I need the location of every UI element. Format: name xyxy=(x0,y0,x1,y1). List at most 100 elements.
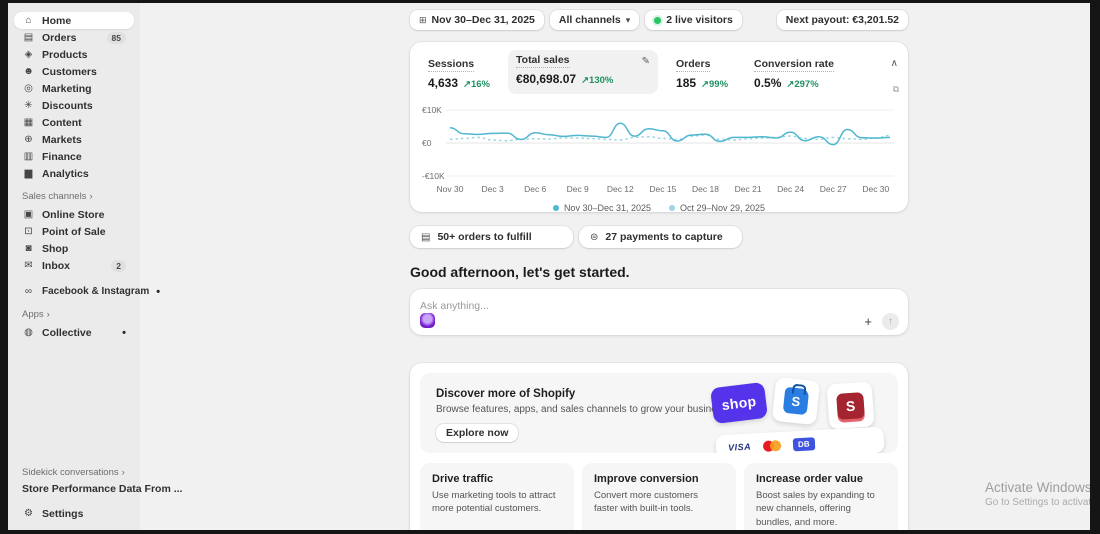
explore-now-button[interactable]: Explore now xyxy=(436,424,519,442)
chart-legend: Nov 30–Dec 31, 2025 Oct 29–Nov 29, 2025 xyxy=(420,203,898,213)
svg-text:Dec 24: Dec 24 xyxy=(777,184,804,194)
content-icon: ▦ xyxy=(23,117,34,128)
greeting-heading: Good afternoon, let's get started. xyxy=(410,264,630,280)
sidebar-item-orders[interactable]: ▤ Orders 85 xyxy=(14,29,134,46)
svg-text:Nov 30: Nov 30 xyxy=(437,184,464,194)
svg-text:Dec 12: Dec 12 xyxy=(607,184,634,194)
pencil-icon[interactable]: ✎ xyxy=(642,56,650,67)
discover-card: Discover more of Shopify Browse features… xyxy=(410,363,908,530)
sidebar-item-marketing[interactable]: ◎ Marketing xyxy=(14,80,134,97)
sidebar-item-label: Settings xyxy=(42,507,84,520)
legend-current-period[interactable]: Nov 30–Dec 31, 2025 xyxy=(552,203,651,213)
apps-label: Apps xyxy=(22,309,44,320)
channels-filter-button[interactable]: All channels ▾ xyxy=(549,10,640,30)
metric-delta: ↗130% xyxy=(581,75,614,86)
sales-channels-header[interactable]: Sales channels › xyxy=(8,182,140,206)
cash-icon: ⊜ xyxy=(590,231,599,243)
sidebar-item-content[interactable]: ▦ Content xyxy=(14,114,134,131)
app-window: ⌂ Home ▤ Orders 85 ◈ Products ☻ Customer… xyxy=(8,3,1090,530)
sidebar-item-products[interactable]: ◈ Products xyxy=(14,46,134,63)
channels-filter-label: All channels xyxy=(558,14,621,26)
sidebar-item-point-of-sale[interactable]: ⊡ Point of Sale xyxy=(14,223,134,240)
date-range-label: Nov 30–Dec 31, 2025 xyxy=(431,14,535,26)
date-range-button[interactable]: ⊞ Nov 30–Dec 31, 2025 xyxy=(410,10,544,30)
collective-icon: ◍ xyxy=(24,327,33,338)
chevron-down-icon: ▾ xyxy=(625,14,631,25)
metrics-row: Sessions 4,633 ↗16% Total sales ✎ €80,69… xyxy=(420,50,898,94)
svg-text:€10K: €10K xyxy=(422,105,442,115)
metric-value: €80,698.07 xyxy=(516,72,577,86)
send-arrow-icon[interactable]: ↑ xyxy=(882,313,899,330)
metric-total-sales[interactable]: Total sales ✎ €80,698.07 ↗130% xyxy=(508,50,659,94)
dashboard-content: Sessions 4,633 ↗16% Total sales ✎ €80,69… xyxy=(410,42,908,530)
sidebar-item-shop[interactable]: ◙ Shop xyxy=(14,240,134,257)
svg-text:Dec 6: Dec 6 xyxy=(524,184,546,194)
sidebar-item-label: Shop xyxy=(42,242,69,255)
metric-delta: ↗297% xyxy=(786,79,819,90)
card-body: Use marketing tools to attract more pote… xyxy=(432,490,556,515)
products-icon: ◈ xyxy=(24,49,33,60)
sidebar-item-discounts[interactable]: ✳ Discounts xyxy=(14,97,134,114)
sidekick-conversations-header[interactable]: Sidekick conversations › xyxy=(8,458,140,480)
sidekick-conversations-label: Sidekick conversations xyxy=(22,467,119,478)
apps-header[interactable]: Apps › xyxy=(8,300,140,324)
sidekick-avatar-icon[interactable] xyxy=(420,313,435,328)
finance-icon: ▥ xyxy=(23,151,34,162)
sidebar-item-facebook-instagram[interactable]: ∞ Facebook & Instagram • xyxy=(14,283,160,300)
next-payout-button[interactable]: Next payout: €3,201.52 xyxy=(776,10,908,30)
drive-traffic-card[interactable]: Drive traffic Use marketing tools to att… xyxy=(420,463,574,530)
metric-orders[interactable]: Orders 185 ↗99% xyxy=(668,50,736,94)
sales-channels-label: Sales channels xyxy=(22,191,87,202)
sidebar-item-inbox[interactable]: ✉ Inbox 2 xyxy=(14,257,134,274)
orders-to-fulfill-button[interactable]: ▤ 50+ orders to fulfill xyxy=(410,226,573,248)
legend-label: Oct 29–Nov 29, 2025 xyxy=(680,203,766,213)
metric-delta: ↗99% xyxy=(701,79,729,90)
point-of-sale-icon: ⊡ xyxy=(24,226,33,237)
sidebar-item-label: Discounts xyxy=(42,99,93,112)
chevron-right-icon: › xyxy=(89,191,93,202)
mastercard-icon xyxy=(762,439,782,452)
sidebar-item-label: Marketing xyxy=(42,82,92,95)
sidebar-item-finance[interactable]: ▥ Finance xyxy=(14,148,134,165)
sidebar-item-markets[interactable]: ⊕ Markets xyxy=(14,131,134,148)
sidebar-item-label: Orders xyxy=(42,31,77,44)
sidebar-item-collective[interactable]: ◍ Collective • xyxy=(14,324,134,341)
sidebar-item-label: Finance xyxy=(42,150,82,163)
view-report-icon[interactable]: ⧉ xyxy=(893,84,899,95)
sidebar-item-label: Home xyxy=(42,14,72,27)
sales-chart[interactable]: €10K €0 -€10K Nov 30 Dec 3 Dec 6 Dec 9 Dec 12 De… xyxy=(420,96,898,202)
metric-conversion-rate[interactable]: Conversion rate 0.5% ↗297% xyxy=(746,50,842,94)
next-payout-label: Next payout: €3,201.52 xyxy=(785,14,899,26)
analytics-icon: ▆ xyxy=(24,168,33,179)
package-icon: ▤ xyxy=(421,231,431,243)
collapse-chevron-up-icon[interactable]: ∧ xyxy=(891,58,898,69)
legend-previous-period[interactable]: Oct 29–Nov 29, 2025 xyxy=(669,203,765,213)
increase-order-value-card[interactable]: Increase order value Boost sales by expa… xyxy=(744,463,898,530)
inbox-icon: ✉ xyxy=(24,260,33,271)
sidekick-conversation-item[interactable]: Store Performance Data From ... xyxy=(8,480,182,497)
orders-to-fulfill-label: 50+ orders to fulfill xyxy=(437,231,532,243)
sidebar-item-online-store[interactable]: ▣ Online Store xyxy=(14,206,134,223)
chevron-right-icon: › xyxy=(46,309,50,320)
sidebar-item-home[interactable]: ⌂ Home xyxy=(14,12,134,29)
chat-s-icon: S xyxy=(836,391,865,420)
plus-icon[interactable]: + xyxy=(864,314,872,329)
sidebar-item-label: Analytics xyxy=(42,167,89,180)
metric-sessions[interactable]: Sessions 4,633 ↗16% xyxy=(420,50,498,94)
live-visitors-button[interactable]: 2 live visitors xyxy=(645,10,742,30)
metric-delta: ↗16% xyxy=(463,79,491,90)
status-dot-icon: • xyxy=(122,326,126,339)
sidebar-item-label: Online Store xyxy=(42,208,105,221)
ask-anything-input[interactable] xyxy=(420,300,820,312)
metric-value: 4,633 xyxy=(428,76,459,90)
payments-to-capture-button[interactable]: ⊜ 27 payments to capture xyxy=(579,226,742,248)
card-title: Increase order value xyxy=(756,473,864,485)
improve-conversion-card[interactable]: Improve conversion Convert more customer… xyxy=(582,463,736,530)
svg-text:Dec 27: Dec 27 xyxy=(820,184,847,194)
sidebar-item-settings[interactable]: ⚙ Settings xyxy=(14,505,134,522)
sidebar: ⌂ Home ▤ Orders 85 ◈ Products ☻ Customer… xyxy=(8,3,182,530)
svg-text:-€10K: -€10K xyxy=(422,171,445,181)
sidebar-item-analytics[interactable]: ▆ Analytics xyxy=(14,165,134,182)
sidebar-item-customers[interactable]: ☻ Customers xyxy=(14,63,134,80)
svg-text:Dec 9: Dec 9 xyxy=(567,184,589,194)
